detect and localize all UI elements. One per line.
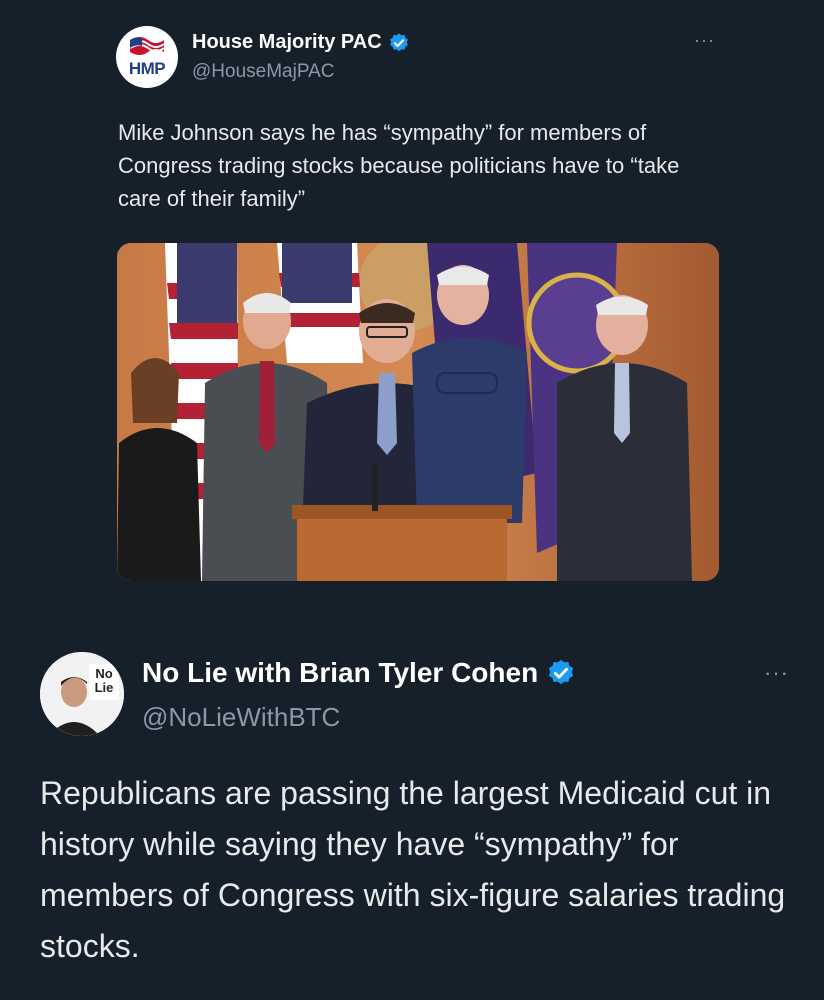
quoted-display-name[interactable]: House Majority PAC — [192, 31, 410, 54]
display-name-text: No Lie with Brian Tyler Cohen — [142, 657, 539, 688]
verified-badge-icon — [389, 32, 408, 51]
nolie-avatar[interactable]: No Lie — [40, 652, 124, 736]
quoted-tweet-text: Mike Johnson says he has “sympathy” for … — [118, 120, 680, 211]
quoted-handle[interactable]: @HouseMajPAC — [192, 61, 334, 83]
main-display-name[interactable]: No Lie with Brian Tyler Cohen — [142, 657, 576, 689]
avatar-text: HMP — [128, 59, 166, 78]
display-name-text: House Majority PAC — [192, 31, 382, 53]
avatar-text-no: No — [95, 666, 112, 681]
more-options-icon[interactable]: ··· — [694, 30, 715, 51]
quoted-tweet[interactable]: HMP House Majority PAC @HouseMajPAC ··· … — [0, 0, 824, 600]
main-handle[interactable]: @NoLieWithBTC — [142, 702, 340, 733]
flag-icon — [129, 37, 165, 55]
main-tweet-text: Republicans are passing the largest Medi… — [40, 775, 786, 964]
hmp-avatar[interactable]: HMP — [116, 26, 178, 88]
avatar-text-lie: Lie — [95, 680, 114, 695]
verified-badge-icon — [549, 659, 574, 685]
press-conference-photo[interactable] — [117, 243, 719, 581]
more-options-icon[interactable]: ··· — [764, 660, 789, 686]
